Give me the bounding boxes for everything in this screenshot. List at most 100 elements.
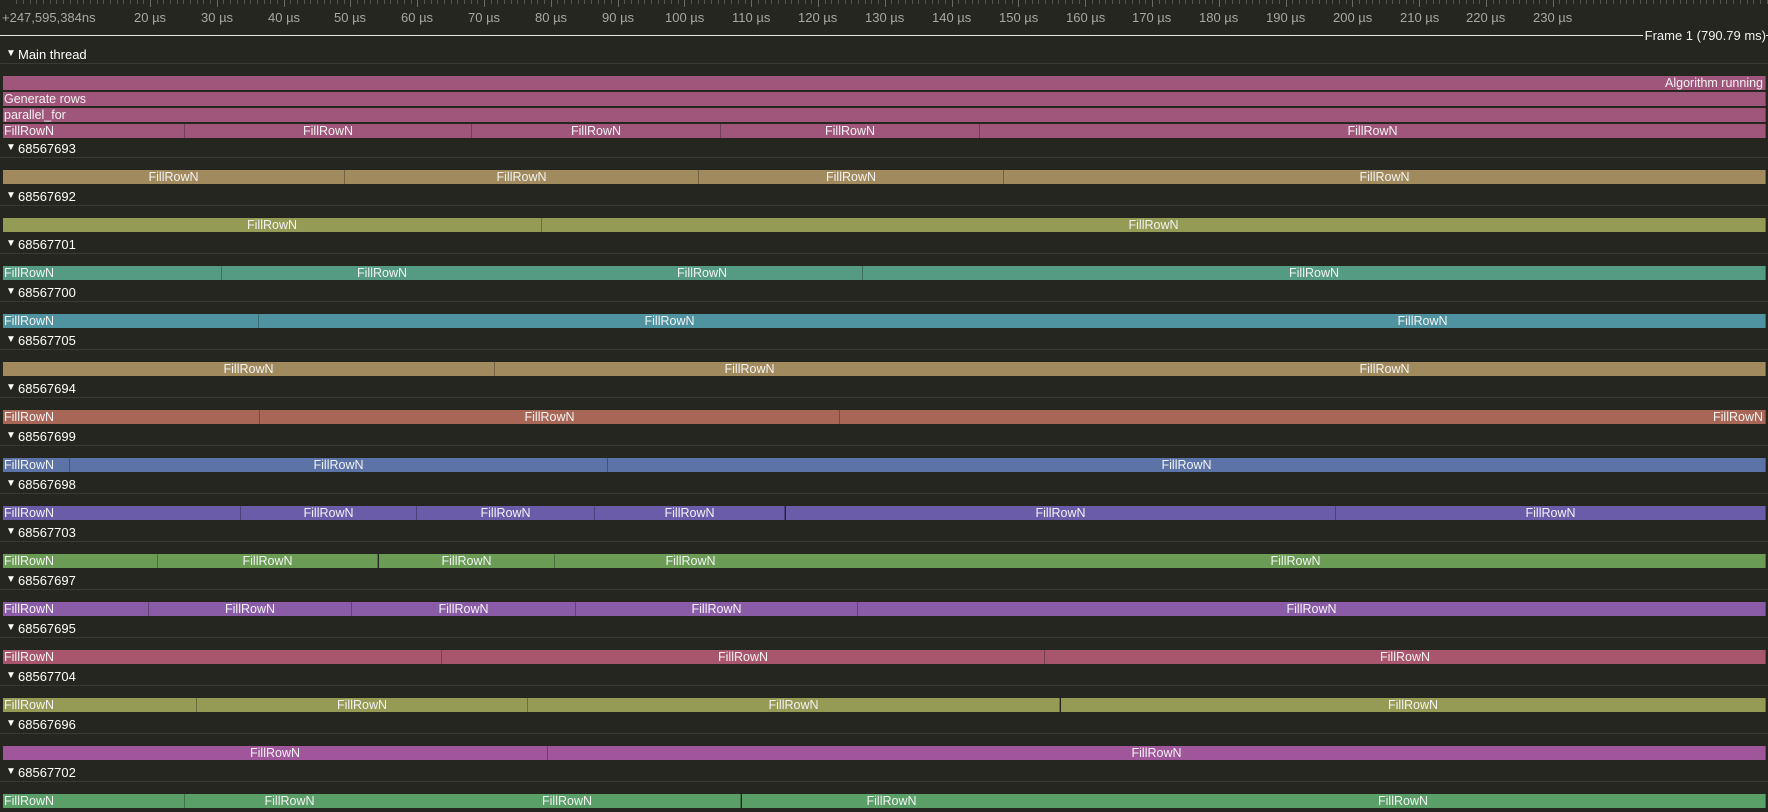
collapse-triangle-icon[interactable]: ▼ [6, 430, 16, 441]
zone[interactable]: FillRowN [345, 170, 699, 184]
zone[interactable]: FillRowN [980, 124, 1766, 138]
collapse-triangle-icon[interactable]: ▼ [6, 286, 16, 297]
ruler-minor-tick [1379, 0, 1380, 4]
collapse-triangle-icon[interactable]: ▼ [6, 526, 16, 537]
thread-header[interactable]: ▼ 68567703 [0, 524, 1768, 541]
thread-header[interactable]: ▼ 68567697 [0, 572, 1768, 589]
zone[interactable]: parallel_for [3, 108, 1766, 122]
zone[interactable]: FillRowN [379, 554, 555, 568]
thread-header[interactable]: ▼ 68567692 [0, 188, 1768, 205]
zone[interactable]: Algorithm running [3, 76, 1766, 90]
zone[interactable]: FillRowN [542, 218, 1766, 232]
frame-bar[interactable] [0, 35, 1768, 36]
thread-header[interactable]: ▼ 68567696 [0, 716, 1768, 733]
zone[interactable]: FillRowN [394, 794, 741, 808]
zone[interactable]: FillRowN [528, 698, 1060, 712]
ruler-minor-tick [1446, 0, 1447, 4]
collapse-triangle-icon[interactable]: ▼ [6, 334, 16, 345]
zone[interactable]: FillRowN [495, 362, 1005, 376]
time-ruler[interactable]: +247,595,384ns 20 µs 30 µs 40 µs 50 µs 60 µs… [0, 0, 1768, 43]
zone[interactable]: FillRowN [3, 458, 70, 472]
zone[interactable]: FillRowN [260, 410, 840, 424]
zone[interactable]: FillRowN [1080, 314, 1766, 328]
collapse-triangle-icon[interactable]: ▼ [6, 670, 16, 681]
zone[interactable]: Generate rows [3, 92, 1766, 106]
zone[interactable]: FillRowN [70, 458, 608, 472]
zone[interactable]: FillRowN [1041, 794, 1766, 808]
thread-header[interactable]: ▼ 68567705 [0, 332, 1768, 349]
zone[interactable]: FillRowN [3, 602, 149, 616]
zone[interactable]: FillRowN [721, 124, 980, 138]
zone[interactable]: FillRowN [786, 506, 1336, 520]
zone[interactable]: FillRowN [699, 170, 1004, 184]
collapse-triangle-icon[interactable]: ▼ [6, 574, 16, 585]
zone[interactable]: FillRowN [3, 746, 548, 760]
thread-name: 68567700 [18, 285, 76, 300]
zone[interactable]: FillRowN [863, 266, 1766, 280]
timeline[interactable]: ▼ Main thread Algorithm running Generate … [0, 46, 1768, 812]
zone[interactable]: FillRowN [442, 650, 1045, 664]
thread-header[interactable]: ▼ 68567701 [0, 236, 1768, 253]
thread-header[interactable]: ▼ 68567700 [0, 284, 1768, 301]
thread-header-main[interactable]: ▼ Main thread [0, 46, 1768, 63]
zone[interactable]: FillRowN [417, 506, 595, 520]
zone[interactable]: FillRowN [1061, 698, 1766, 712]
zone[interactable]: FillRowN [3, 794, 185, 808]
zone[interactable]: FillRowN [3, 362, 495, 376]
zone[interactable]: FillRowN [1045, 650, 1766, 664]
zone[interactable]: FillRowN [185, 124, 472, 138]
thread-header[interactable]: ▼ 68567699 [0, 428, 1768, 445]
thread-header[interactable]: ▼ 68567694 [0, 380, 1768, 397]
collapse-triangle-icon[interactable]: ▼ [6, 382, 16, 393]
zone[interactable]: FillRowN [3, 698, 197, 712]
zone[interactable]: FillRowN [259, 314, 1081, 328]
zone[interactable]: FillRowN [1004, 362, 1766, 376]
zone[interactable]: FillRowN [742, 794, 1042, 808]
thread-header[interactable]: ▼ 68567695 [0, 620, 1768, 637]
collapse-triangle-icon[interactable]: ▼ [6, 48, 16, 59]
zone[interactable]: FillRowN [3, 124, 185, 138]
collapse-triangle-icon[interactable]: ▼ [6, 766, 16, 777]
collapse-triangle-icon[interactable]: ▼ [6, 718, 16, 729]
collapse-triangle-icon[interactable]: ▼ [6, 478, 16, 489]
frame-label[interactable]: Frame 1 (790.79 ms) [1642, 29, 1766, 43]
zone[interactable]: FillRowN [197, 698, 528, 712]
thread-header[interactable]: ▼ 68567698 [0, 476, 1768, 493]
collapse-triangle-icon[interactable]: ▼ [6, 142, 16, 153]
worker-threads: ▼ 68567693 FillRowN FillRowN FillRowN FillRow… [0, 140, 1768, 808]
zone[interactable]: FillRowN [352, 602, 576, 616]
zone[interactable]: FillRowN [158, 554, 378, 568]
collapse-triangle-icon[interactable]: ▼ [6, 622, 16, 633]
zone[interactable]: FillRowN [3, 170, 345, 184]
zone[interactable]: FillRowN [222, 266, 543, 280]
zone[interactable]: FillRowN [3, 410, 260, 424]
zone[interactable]: FillRowN [241, 506, 417, 520]
zone[interactable]: FillRowN [3, 554, 158, 568]
zone[interactable]: FillRowN [840, 410, 1766, 424]
zone[interactable]: FillRowN [3, 506, 241, 520]
zone[interactable]: FillRowN [3, 218, 542, 232]
zone[interactable]: FillRowN [542, 266, 863, 280]
zone[interactable]: FillRowN [548, 746, 1766, 760]
thread-header[interactable]: ▼ 68567693 [0, 140, 1768, 157]
ruler-major-tick [1219, 0, 1220, 7]
zone[interactable]: FillRowN [595, 506, 785, 520]
collapse-triangle-icon[interactable]: ▼ [6, 190, 16, 201]
zone[interactable]: FillRowN [1336, 506, 1766, 520]
collapse-triangle-icon[interactable]: ▼ [6, 238, 16, 249]
zone[interactable]: FillRowN [826, 554, 1766, 568]
ruler-minor-tick [1740, 0, 1741, 4]
zone[interactable]: FillRowN [3, 314, 259, 328]
zone[interactable]: FillRowN [3, 650, 442, 664]
zone[interactable]: FillRowN [608, 458, 1766, 472]
zone[interactable]: FillRowN [555, 554, 827, 568]
zone[interactable]: FillRowN [1004, 170, 1766, 184]
zone[interactable]: FillRowN [576, 602, 858, 616]
thread-header[interactable]: ▼ 68567704 [0, 668, 1768, 685]
thread-header[interactable]: ▼ 68567702 [0, 764, 1768, 781]
zone[interactable]: FillRowN [185, 794, 395, 808]
zone[interactable]: FillRowN [858, 602, 1766, 616]
zone[interactable]: FillRowN [472, 124, 721, 138]
zone[interactable]: FillRowN [3, 266, 222, 280]
zone[interactable]: FillRowN [149, 602, 352, 616]
